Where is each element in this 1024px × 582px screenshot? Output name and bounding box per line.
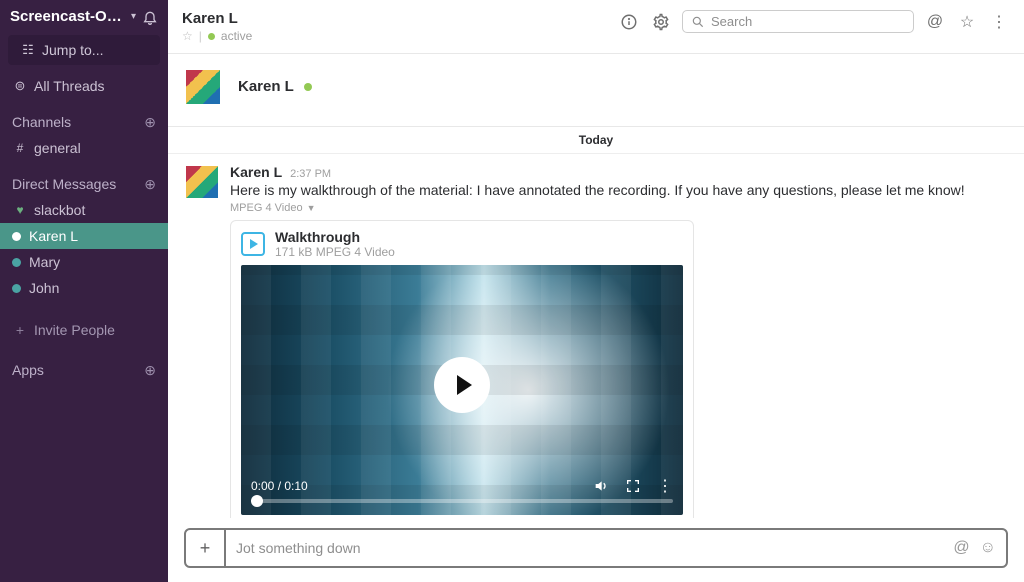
video-attachment: Walkthrough 171 kB MPEG 4 Video 0:00 / 0… xyxy=(230,220,694,518)
heart-icon: ♥ xyxy=(12,203,28,217)
composer: + Jot something down @ ☺ xyxy=(168,518,1024,582)
gear-icon[interactable] xyxy=(650,11,672,33)
apps-section[interactable]: Apps ⊕ xyxy=(0,357,168,383)
sidebar: Screencast-O-… ▾ ☷ Jump to... ⊜ All Thre… xyxy=(0,0,168,582)
invite-people[interactable]: + Invite People xyxy=(0,317,168,343)
message-meta: MPEG 4 Video xyxy=(230,202,303,214)
jump-to[interactable]: ☷ Jump to... xyxy=(8,35,160,65)
jump-icon: ☷ xyxy=(20,42,36,58)
dm-mary[interactable]: Mary xyxy=(0,249,168,275)
search-placeholder: Search xyxy=(711,14,752,29)
video-preview[interactable]: 0:00 / 0:10 ⋮ xyxy=(241,265,683,515)
dm-slackbot[interactable]: ♥ slackbot xyxy=(0,197,168,223)
invite-label: Invite People xyxy=(34,322,115,338)
channels-section: Channels ⊕ xyxy=(0,109,168,135)
message-list: Karen L 2:37 PM Here is my walkthrough o… xyxy=(168,154,1024,518)
workspace-name: Screencast-O-… xyxy=(10,8,125,25)
jump-label: Jump to... xyxy=(42,42,103,58)
add-channel-icon[interactable]: ⊕ xyxy=(144,114,156,131)
video-time: 0:00 / 0:10 xyxy=(251,479,308,493)
search-icon xyxy=(691,15,705,29)
channel-general[interactable]: # general xyxy=(0,135,168,161)
channels-label: Channels xyxy=(12,114,71,130)
add-dm-icon[interactable]: ⊕ xyxy=(144,176,156,193)
presence-dot xyxy=(12,284,21,293)
attachment-subtitle: 171 kB MPEG 4 Video xyxy=(275,245,395,259)
threads-label: All Threads xyxy=(34,78,105,94)
dm-label: Direct Messages xyxy=(12,176,116,192)
hash-icon: # xyxy=(12,141,28,155)
message: Karen L 2:37 PM Here is my walkthrough o… xyxy=(184,164,1008,518)
day-separator: Today xyxy=(168,127,1024,154)
progress-thumb[interactable] xyxy=(251,495,263,507)
dm-name: slackbot xyxy=(34,202,85,218)
dm-name: Mary xyxy=(29,254,60,270)
message-time: 2:37 PM xyxy=(290,168,331,180)
emoji-icon[interactable]: ☺ xyxy=(980,539,996,557)
conversation-name: Karen L xyxy=(238,78,294,95)
status-text: active xyxy=(221,29,252,43)
info-icon[interactable] xyxy=(618,11,640,33)
main-pane: Karen L ☆ | active Search @ ☆ ⋮ xyxy=(168,0,1024,582)
star-outline-icon[interactable]: ☆ xyxy=(956,11,978,33)
presence-dot xyxy=(304,83,312,91)
avatar xyxy=(184,68,222,106)
channel-name: general xyxy=(34,140,81,156)
presence-dot xyxy=(12,258,21,267)
channel-title: Karen L xyxy=(182,10,618,27)
message-text: Here is my walkthrough of the material: … xyxy=(230,182,1008,198)
fullscreen-icon[interactable] xyxy=(625,478,641,494)
avatar[interactable] xyxy=(184,164,220,200)
workspace-header[interactable]: Screencast-O-… ▾ xyxy=(0,0,168,31)
add-app-icon[interactable]: ⊕ xyxy=(144,362,156,379)
chevron-down-icon: ▾ xyxy=(131,11,136,22)
file-play-icon xyxy=(241,232,265,256)
conversation-header: Karen L xyxy=(168,54,1024,127)
search-input[interactable]: Search xyxy=(682,10,914,33)
mention-icon[interactable]: @ xyxy=(924,11,946,33)
apps-label: Apps xyxy=(12,362,44,378)
more-icon[interactable]: ⋮ xyxy=(657,476,673,496)
video-controls: 0:00 / 0:10 ⋮ xyxy=(241,473,683,515)
dm-section: Direct Messages ⊕ xyxy=(0,171,168,197)
attach-button[interactable]: + xyxy=(186,530,226,566)
plus-icon: + xyxy=(12,322,28,338)
chevron-down-icon[interactable]: ▼ xyxy=(307,203,316,213)
all-threads[interactable]: ⊜ All Threads xyxy=(0,73,168,99)
video-progress[interactable] xyxy=(251,499,673,503)
channel-header: Karen L ☆ | active Search @ ☆ ⋮ xyxy=(168,0,1024,54)
dm-name: Karen L xyxy=(29,228,78,244)
dm-karen-l[interactable]: Karen L xyxy=(0,223,168,249)
dm-john[interactable]: John xyxy=(0,275,168,301)
bell-icon[interactable] xyxy=(142,9,158,25)
dm-name: John xyxy=(29,280,59,296)
message-input[interactable]: Jot something down xyxy=(226,540,953,556)
presence-dot xyxy=(208,33,215,40)
mention-icon[interactable]: @ xyxy=(953,539,969,557)
play-button[interactable] xyxy=(434,357,490,413)
message-author[interactable]: Karen L xyxy=(230,164,282,180)
star-icon[interactable]: ☆ xyxy=(182,29,193,43)
volume-icon[interactable] xyxy=(593,478,609,494)
presence-dot xyxy=(12,232,21,241)
threads-icon: ⊜ xyxy=(12,78,28,94)
attachment-title[interactable]: Walkthrough xyxy=(275,229,395,245)
more-icon[interactable]: ⋮ xyxy=(988,11,1010,33)
